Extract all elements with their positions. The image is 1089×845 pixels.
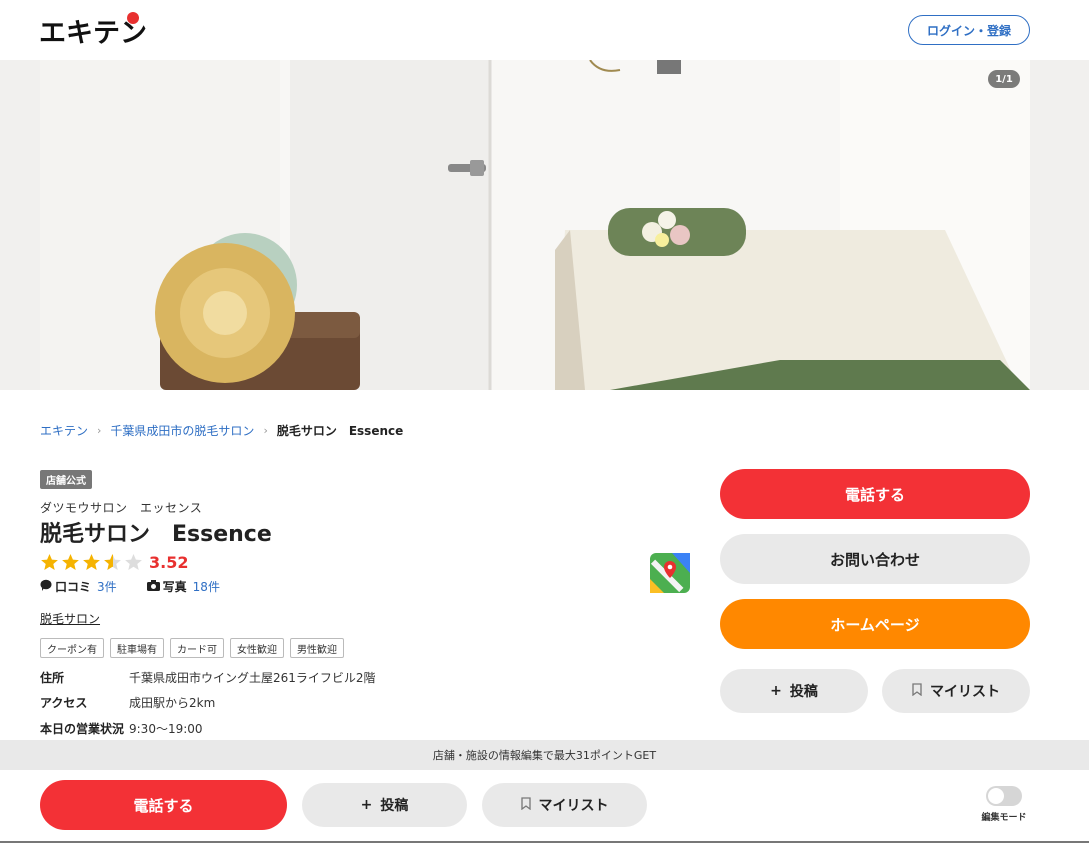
star-icon (125, 554, 142, 570)
star-rating (40, 553, 145, 572)
image-counter: 1/1 (988, 70, 1020, 88)
info-label: 本日の営業状況 (40, 722, 125, 736)
star-icon (62, 554, 79, 570)
tag-women-welcome: 女性歓迎 (230, 638, 284, 658)
bottom-call-button[interactable]: 電話する (40, 780, 287, 830)
official-badge: 店舗公式 (40, 470, 92, 489)
plus-icon: + (770, 683, 782, 699)
genre-link[interactable]: 脱毛サロン (40, 610, 100, 627)
toggle-knob (988, 788, 1004, 804)
breadcrumb-link-home[interactable]: エキテン (40, 422, 88, 439)
info-row-address: 住所 千葉県成田市ウイング土屋261ライフビル2階 (40, 669, 376, 686)
camera-icon (146, 579, 160, 594)
page-title: 脱毛サロン Essence (40, 522, 272, 547)
info-value: 成田駅から2km (129, 696, 216, 710)
site-header: エキテン ログイン・登録 (0, 0, 1089, 60)
rating: 3.52 (40, 553, 188, 572)
tag-parking: 駐車場有 (110, 638, 164, 658)
tag-card: カード可 (170, 638, 224, 658)
breadcrumb-link-area[interactable]: 千葉県成田市の脱毛サロン (110, 422, 254, 439)
shop-name-kana: ダツモウサロン エッセンス (40, 501, 203, 515)
photos-label: 写真 (162, 580, 187, 594)
bookmark-icon (520, 796, 531, 814)
feature-tags: クーポン有 駐車場有 カード可 女性歓迎 男性歓迎 (40, 638, 350, 658)
salon-room-photo (40, 60, 1030, 390)
mylist-button[interactable]: マイリスト (882, 669, 1030, 713)
mylist-label: マイリスト (930, 684, 1000, 700)
speech-bubble-icon (40, 579, 52, 594)
rating-value: 3.52 (149, 553, 189, 572)
tag-men-welcome: 男性歓迎 (290, 638, 344, 658)
review-photo-counts: 口コミ 3件 写真 18件 (40, 578, 250, 595)
bottom-mylist-label: マイリスト (538, 798, 609, 814)
bottom-post-label: 投稿 (380, 798, 409, 814)
bottom-action-bar: 電話する + 投稿 マイリスト 編集モード (0, 770, 1089, 843)
points-notice: 店舗・施設の情報編集で最大31ポイントGET (0, 740, 1089, 770)
inquiry-button[interactable]: お問い合わせ (720, 534, 1030, 584)
photos-count-link[interactable]: 18件 (193, 578, 220, 595)
tag-coupon: クーポン有 (40, 638, 104, 658)
logo-icon: エキテン (39, 12, 147, 49)
reviews-count-link[interactable]: 3件 (97, 578, 117, 595)
star-icon (41, 554, 58, 570)
call-button[interactable]: 電話する (720, 469, 1030, 519)
chevron-right-icon: › (97, 424, 102, 437)
toggle-switch[interactable] (986, 786, 1022, 806)
breadcrumb-current: 脱毛サロン Essence (276, 424, 404, 438)
reviews-label: 口コミ (55, 580, 92, 594)
star-icon (83, 554, 100, 570)
star-icon (104, 554, 121, 570)
post-button[interactable]: + 投稿 (720, 669, 868, 713)
post-label: 投稿 (789, 684, 818, 700)
logo[interactable]: エキテン (39, 11, 154, 49)
info-label: アクセス (40, 696, 88, 710)
bottom-mylist-button[interactable]: マイリスト (482, 783, 647, 827)
homepage-button[interactable]: ホームページ (720, 599, 1030, 649)
info-value: 9:30〜19:00 (129, 722, 203, 736)
info-value: 千葉県成田市ウイング土屋261ライフビル2階 (129, 671, 376, 685)
hero-gallery[interactable]: 1/1 (0, 60, 1089, 390)
edit-mode-label: 編集モード (981, 813, 1027, 823)
bookmark-icon (912, 682, 922, 700)
bottom-post-button[interactable]: + 投稿 (302, 783, 467, 827)
breadcrumb: エキテン › 千葉県成田市の脱毛サロン › 脱毛サロン Essence (40, 422, 403, 439)
edit-mode-toggle[interactable]: 編集モード (976, 786, 1032, 823)
info-row-hours: 本日の営業状況 9:30〜19:00 (40, 720, 203, 737)
info-row-access: アクセス 成田駅から2km (40, 694, 215, 711)
login-register-button[interactable]: ログイン・登録 (908, 15, 1030, 45)
map-pin-icon[interactable] (650, 553, 690, 593)
info-label: 住所 (40, 671, 65, 685)
chevron-right-icon: › (263, 424, 268, 437)
plus-icon: + (360, 797, 373, 813)
